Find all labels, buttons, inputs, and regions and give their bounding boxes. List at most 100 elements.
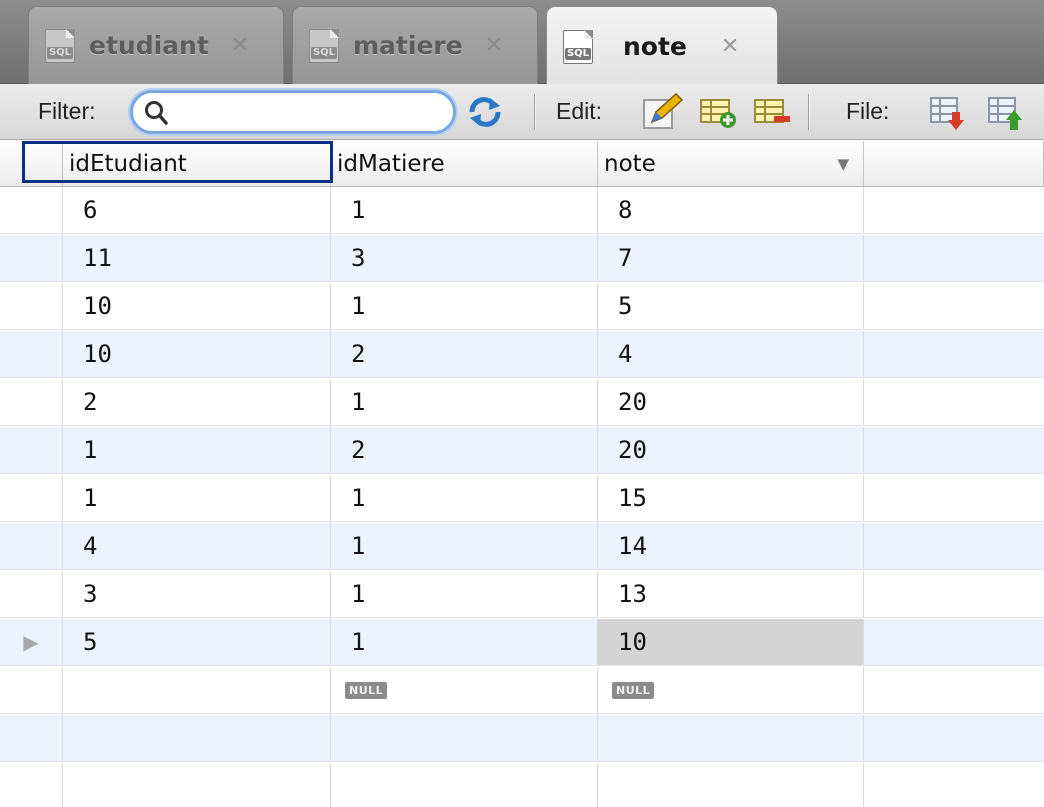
table-row[interactable]: 3 1 13 xyxy=(0,571,1044,618)
add-row-icon[interactable] xyxy=(698,92,738,132)
cell-note[interactable]: 8 xyxy=(598,187,864,233)
cell-idEtudiant[interactable]: 1 xyxy=(63,475,331,521)
cell-idEtudiant[interactable]: 1 xyxy=(63,427,331,473)
tab-matiere[interactable]: SQL matiere ✕ xyxy=(292,6,538,84)
current-row-arrow-icon: ▶ xyxy=(23,630,39,654)
empty-row xyxy=(0,763,1044,807)
refresh-icon[interactable] xyxy=(468,96,502,128)
row-marker-cell xyxy=(0,283,63,329)
toolbar: Filter: Edit: File: xyxy=(0,84,1044,140)
cell-idMatiere[interactable]: 1 xyxy=(331,523,598,569)
tab-note[interactable]: SQL note ✕ xyxy=(546,6,778,86)
cell-idMatiere[interactable]: 1 xyxy=(331,475,598,521)
column-header-note[interactable]: note ▼ xyxy=(598,141,864,186)
empty-cell xyxy=(63,763,331,807)
cell-idEtudiant[interactable]: 2 xyxy=(63,379,331,425)
sql-file-icon: SQL xyxy=(563,29,593,64)
filter-label: Filter: xyxy=(38,98,96,124)
filter-field[interactable] xyxy=(130,90,456,134)
cell-note[interactable]: NULL xyxy=(598,667,864,713)
import-icon[interactable] xyxy=(986,92,1026,132)
cell-note-selected[interactable]: 10 xyxy=(598,619,864,665)
cell-empty xyxy=(864,283,1044,329)
edit-pencil-icon[interactable] xyxy=(642,92,684,132)
sql-file-icon: SQL xyxy=(45,28,75,63)
cell-idMatiere[interactable]: 1 xyxy=(331,619,598,665)
cell-idEtudiant[interactable]: 5 xyxy=(63,619,331,665)
cell-idMatiere[interactable]: 2 xyxy=(331,331,598,377)
tab-bar: SQL etudiant ✕ SQL matiere ✕ SQL note ✕ xyxy=(0,0,1044,86)
cell-note[interactable]: 20 xyxy=(598,379,864,425)
column-header-idMatiere[interactable]: idMatiere xyxy=(331,141,598,186)
table-row[interactable]: 11 3 7 xyxy=(0,235,1044,282)
cell-empty xyxy=(864,475,1044,521)
row-marker-cell xyxy=(0,571,63,617)
cell-idEtudiant[interactable]: 10 xyxy=(63,283,331,329)
empty-row xyxy=(0,715,1044,762)
close-icon[interactable]: ✕ xyxy=(231,34,249,57)
tab-label: note xyxy=(623,32,687,61)
cell-empty xyxy=(864,571,1044,617)
table-row[interactable]: 4 1 14 xyxy=(0,523,1044,570)
table-row[interactable]: 6 1 8 xyxy=(0,187,1044,234)
cell-note[interactable]: 20 xyxy=(598,427,864,473)
cell-idEtudiant[interactable]: 4 xyxy=(63,523,331,569)
cell-idMatiere[interactable]: 1 xyxy=(331,571,598,617)
row-marker-cell xyxy=(0,331,63,377)
empty-cell xyxy=(598,715,864,761)
cell-empty xyxy=(864,331,1044,377)
table-row[interactable]: 10 2 4 xyxy=(0,331,1044,378)
table-row-current[interactable]: ▶ 5 1 10 xyxy=(0,619,1044,666)
cell-note[interactable]: 5 xyxy=(598,283,864,329)
file-label: File: xyxy=(846,98,890,124)
cell-note[interactable]: 15 xyxy=(598,475,864,521)
row-header-corner xyxy=(0,141,63,186)
cell-empty xyxy=(864,379,1044,425)
cell-idEtudiant[interactable]: 11 xyxy=(63,235,331,281)
cell-idMatiere[interactable]: 2 xyxy=(331,427,598,473)
cell-idEtudiant[interactable] xyxy=(63,667,331,713)
empty-cell xyxy=(598,763,864,807)
cell-idEtudiant[interactable]: 3 xyxy=(63,571,331,617)
empty-cell xyxy=(0,763,63,807)
cell-note[interactable]: 13 xyxy=(598,571,864,617)
table-row[interactable]: 1 1 15 xyxy=(0,475,1044,522)
row-marker-cell xyxy=(0,475,63,521)
row-marker-cell xyxy=(0,379,63,425)
cell-note[interactable]: 7 xyxy=(598,235,864,281)
table-row-new[interactable]: NULL NULL xyxy=(0,667,1044,714)
cell-idMatiere[interactable]: 1 xyxy=(331,379,598,425)
empty-cell xyxy=(0,715,63,761)
cell-note[interactable]: 4 xyxy=(598,331,864,377)
cell-idEtudiant[interactable]: 10 xyxy=(63,331,331,377)
column-header-label: note xyxy=(604,150,656,177)
column-header-idEtudiant[interactable]: idEtudiant xyxy=(63,141,331,186)
close-icon[interactable]: ✕ xyxy=(485,34,503,57)
row-marker-cell xyxy=(0,235,63,281)
filter-input[interactable] xyxy=(173,99,443,125)
null-badge: NULL xyxy=(345,681,388,699)
export-icon[interactable] xyxy=(928,92,968,132)
empty-cell xyxy=(864,763,1044,807)
row-marker-cell xyxy=(0,667,63,713)
cell-idMatiere[interactable]: 1 xyxy=(331,283,598,329)
close-icon[interactable]: ✕ xyxy=(721,35,739,58)
sql-file-icon: SQL xyxy=(309,28,339,63)
table-row[interactable]: 2 1 20 xyxy=(0,379,1044,426)
cell-idMatiere[interactable]: 3 xyxy=(331,235,598,281)
row-marker-cell: ▶ xyxy=(0,619,63,665)
cell-idMatiere[interactable]: 1 xyxy=(331,187,598,233)
edit-label: Edit: xyxy=(556,98,603,124)
cell-idMatiere[interactable]: NULL xyxy=(331,667,598,713)
cell-empty xyxy=(864,523,1044,569)
toolbar-separator xyxy=(534,94,536,130)
cell-note[interactable]: 14 xyxy=(598,523,864,569)
tab-label: matiere xyxy=(353,31,463,60)
table-row[interactable]: 10 1 5 xyxy=(0,283,1044,330)
remove-row-icon[interactable] xyxy=(752,92,792,132)
tab-etudiant[interactable]: SQL etudiant ✕ xyxy=(28,6,284,84)
cell-idEtudiant[interactable]: 6 xyxy=(63,187,331,233)
table-row[interactable]: 1 2 20 xyxy=(0,427,1044,474)
null-badge: NULL xyxy=(612,681,655,699)
empty-cell xyxy=(331,715,598,761)
